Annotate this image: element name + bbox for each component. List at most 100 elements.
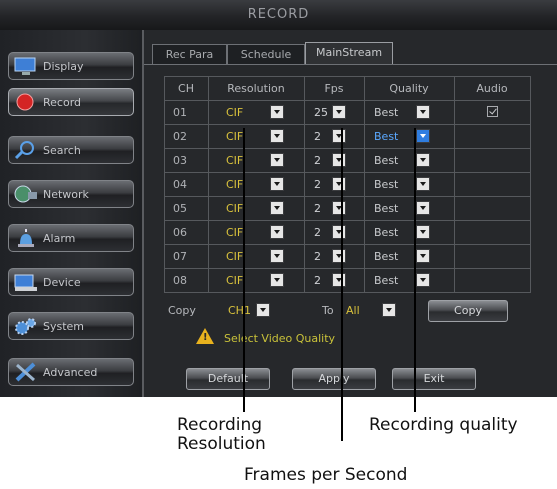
apply-button[interactable]: Apply: [292, 368, 376, 390]
sidebar-item-label: System: [43, 320, 85, 333]
quality-value: Best: [374, 154, 399, 167]
sidebar-item-display[interactable]: Display: [8, 52, 134, 80]
quality-callout-label: Recording quality: [369, 415, 518, 435]
resolution-value: CIF: [226, 202, 244, 215]
dvr-screen: RECORD Display Record Search Network Ala…: [0, 0, 557, 397]
sidebar-item-label: Record: [43, 96, 82, 109]
network-globe-icon: [14, 185, 37, 203]
quality-dropdown[interactable]: [416, 273, 430, 287]
resolution-value: CIF: [226, 178, 244, 191]
hard-drive-icon: [14, 274, 37, 291]
resolution-dropdown[interactable]: [270, 225, 284, 239]
quality-dropdown[interactable]: [416, 225, 430, 239]
grid-line: [304, 76, 305, 292]
copy-to-value: All: [346, 304, 360, 317]
resolution-dropdown[interactable]: [270, 249, 284, 263]
resolution-value: CIF: [226, 106, 244, 119]
fps-value: 2: [314, 154, 321, 167]
channel-number: 05: [173, 202, 187, 215]
resolution-value: CIF: [226, 130, 244, 143]
fps-callout-label: Frames per Second: [244, 465, 408, 485]
channel-number: 01: [173, 106, 187, 119]
grid-line: [164, 148, 531, 149]
channel-number: 08: [173, 274, 187, 287]
window-title: RECORD: [247, 7, 310, 22]
audio-checkbox[interactable]: [487, 106, 498, 117]
fps-value: 2: [314, 250, 321, 263]
fps-dropdown[interactable]: [332, 273, 346, 287]
fps-dropdown[interactable]: [332, 153, 346, 167]
copy-to-dropdown[interactable]: [382, 303, 396, 317]
fps-dropdown[interactable]: [332, 129, 346, 143]
grid-line: [164, 196, 531, 197]
default-button[interactable]: Default: [186, 368, 270, 390]
channel-number: 04: [173, 178, 187, 191]
grid-line: [164, 172, 531, 173]
fps-value: 2: [314, 130, 321, 143]
quality-value: Best: [374, 274, 399, 287]
fps-value: 2: [314, 274, 321, 287]
resolution-dropdown[interactable]: [270, 105, 284, 119]
column-header-audio: Audio: [476, 82, 508, 95]
sidebar-item-advanced[interactable]: Advanced: [8, 358, 134, 386]
resolution-callout-line: [243, 128, 245, 412]
sidebar-item-label: Device: [43, 276, 81, 289]
warning-exclamation: !: [203, 332, 208, 343]
quality-dropdown[interactable]: [416, 201, 430, 215]
sidebar-item-record[interactable]: Record: [8, 88, 134, 116]
resolution-dropdown[interactable]: [270, 201, 284, 215]
resolution-value: CIF: [226, 274, 244, 287]
fps-dropdown[interactable]: [332, 177, 346, 191]
fps-dropdown[interactable]: [332, 105, 346, 119]
quality-dropdown[interactable]: [416, 129, 430, 143]
fps-dropdown[interactable]: [332, 225, 346, 239]
fps-value: 2: [314, 178, 321, 191]
quality-dropdown[interactable]: [416, 249, 430, 263]
gears-icon: [15, 318, 36, 335]
fps-dropdown[interactable]: [332, 201, 346, 215]
resolution-value: CIF: [226, 154, 244, 167]
title-bar: RECORD: [0, 0, 557, 31]
resolution-dropdown[interactable]: [270, 153, 284, 167]
quality-callout-line: [414, 128, 416, 412]
resolution-dropdown[interactable]: [270, 177, 284, 191]
fps-value: 2: [314, 202, 321, 215]
quality-dropdown[interactable]: [416, 153, 430, 167]
monitor-icon: [14, 57, 36, 75]
sidebar-item-device[interactable]: Device: [8, 268, 134, 296]
grid-line: [164, 268, 531, 269]
quality-value: Best: [374, 106, 399, 119]
channel-number: 02: [173, 130, 187, 143]
quality-value: Best: [374, 202, 399, 215]
tab-schedule[interactable]: Schedule: [227, 44, 305, 64]
copy-to-label: To: [322, 304, 334, 317]
channel-number: 06: [173, 226, 187, 239]
record-settings-table: CH Resolution Fps Quality Audio 01 CIF 2…: [164, 76, 531, 293]
quality-dropdown[interactable]: [416, 105, 430, 119]
grid-line: [454, 76, 455, 292]
record-icon: [16, 93, 34, 111]
copy-label: Copy: [168, 304, 196, 317]
copy-button[interactable]: Copy: [428, 300, 508, 322]
sidebar-item-network[interactable]: Network: [8, 180, 134, 208]
resolution-dropdown[interactable]: [270, 273, 284, 287]
quality-dropdown[interactable]: [416, 177, 430, 191]
resolution-value: CIF: [226, 226, 244, 239]
sidebar-item-system[interactable]: System: [8, 312, 134, 340]
exit-button[interactable]: Exit: [392, 368, 476, 390]
grid-line: [164, 220, 531, 221]
copy-from-value: CH1: [228, 304, 251, 317]
grid-line: [208, 76, 209, 292]
sidebar-item-label: Display: [43, 60, 84, 73]
fps-dropdown[interactable]: [332, 249, 346, 263]
tab-mainstream[interactable]: MainStream: [305, 42, 393, 64]
sidebar-item-search[interactable]: Search: [8, 136, 134, 164]
sidebar-item-alarm[interactable]: Alarm: [8, 224, 134, 252]
grid-line: [164, 244, 531, 245]
channel-number: 03: [173, 154, 187, 167]
tab-rec-para[interactable]: Rec Para: [152, 44, 227, 64]
resolution-dropdown[interactable]: [270, 129, 284, 143]
fps-value: 2: [314, 226, 321, 239]
column-header-ch: CH: [178, 82, 194, 95]
copy-from-dropdown[interactable]: [256, 303, 270, 317]
